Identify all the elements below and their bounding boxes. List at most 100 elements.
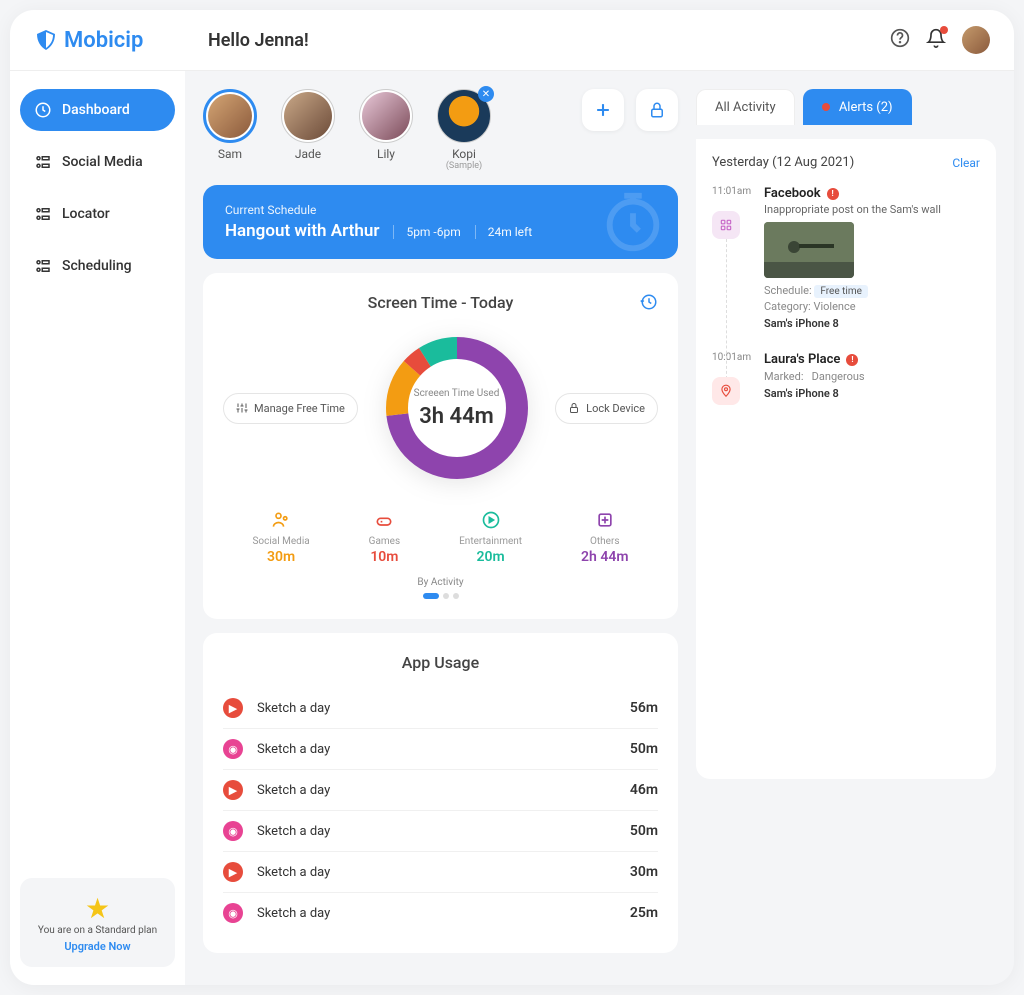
app-window: Mobicip Hello Jenna! Dashboard Social Me…	[10, 10, 1014, 985]
logo[interactable]: Mobicip	[34, 28, 184, 53]
logo-icon	[34, 28, 58, 52]
carousel-dots[interactable]	[223, 593, 658, 599]
usage-row[interactable]: ▶ Sketch a day 46m	[223, 770, 658, 811]
app-icon: ◉	[223, 903, 243, 923]
usage-row[interactable]: ◉ Sketch a day 50m	[223, 811, 658, 852]
profile-name: Lily	[359, 147, 413, 161]
schedule-title: Hangout with Arthur	[225, 221, 379, 241]
app-icon: ▶	[223, 698, 243, 718]
tab-alerts[interactable]: Alerts (2)	[803, 89, 912, 125]
profile-lily[interactable]: Lily	[359, 89, 413, 161]
app-usage-card: App Usage ▶ Sketch a day 56m ◉ Sketch a …	[203, 633, 678, 953]
usage-row[interactable]: ▶ Sketch a day 30m	[223, 852, 658, 893]
app-name: Sketch a day	[257, 906, 330, 921]
entertainment-icon	[479, 508, 503, 532]
close-icon[interactable]: ✕	[478, 86, 494, 102]
tab-all-activity[interactable]: All Activity	[696, 89, 795, 125]
history-icon[interactable]	[640, 293, 658, 315]
app-name: Sketch a day	[257, 824, 330, 839]
app-name: Sketch a day	[257, 783, 330, 798]
app-icon: ◉	[223, 821, 243, 841]
cat-social[interactable]: Social Media 30m	[252, 508, 309, 565]
notification-icon[interactable]	[926, 28, 946, 52]
clear-link[interactable]: Clear	[952, 156, 980, 170]
screen-time-card: Screen Time - Today Manage Free Time	[203, 273, 678, 619]
app-grid-icon	[712, 211, 740, 239]
nav-label: Social Media	[62, 154, 143, 170]
cat-others[interactable]: Others 2h 44m	[581, 508, 628, 565]
profile-jade[interactable]: Jade	[281, 89, 335, 161]
cat-entertainment[interactable]: Entertainment 20m	[459, 508, 522, 565]
nav-scheduling[interactable]: Scheduling	[20, 245, 175, 287]
app-time: 50m	[630, 823, 658, 839]
others-icon	[593, 508, 617, 532]
help-icon[interactable]	[890, 28, 910, 52]
social-icon	[34, 153, 52, 171]
alert-time: 11:01am	[712, 186, 754, 197]
clock-bg-icon	[598, 187, 668, 257]
cat-value: 20m	[459, 549, 522, 565]
alert-title: Facebook	[764, 186, 821, 201]
profiles-row: Sam Jade Lily ✕ K	[203, 89, 678, 171]
donut-value: 3h 44m	[419, 404, 494, 429]
marked-value: Dangerous	[812, 370, 865, 383]
sidebar: Dashboard Social Media Locator Schedulin…	[10, 71, 185, 985]
cat-name: Social Media	[252, 536, 309, 547]
user-avatar[interactable]	[962, 26, 990, 54]
locator-icon	[34, 205, 52, 223]
button-label: Manage Free Time	[254, 402, 345, 415]
cat-value: 30m	[252, 549, 309, 565]
category-row: Social Media 30m Games 10m Entertainment…	[223, 508, 658, 565]
cat-name: Entertainment	[459, 536, 522, 547]
nav-dashboard[interactable]: Dashboard	[20, 89, 175, 131]
alert-title: Laura's Place	[764, 352, 840, 367]
alert-desc: Inappropriate post on the Sam's wall	[764, 203, 980, 216]
alerts-panel: Yesterday (12 Aug 2021) Clear 11:01am	[696, 139, 996, 779]
app-name: Sketch a day	[257, 742, 330, 757]
donut-label: Screeen Time Used	[414, 388, 500, 400]
alert-item[interactable]: 10:01am Laura's Place ! Marked:	[712, 352, 980, 405]
profile-sub: (Sample)	[437, 161, 491, 171]
star-icon: ★	[30, 892, 165, 925]
schedule-label: Schedule:	[764, 284, 812, 297]
app-time: 30m	[630, 864, 658, 880]
category-value: Violence	[813, 300, 855, 313]
greeting-text: Hello Jenna!	[208, 30, 309, 51]
usage-row[interactable]: ◉ Sketch a day 25m	[223, 893, 658, 933]
brand-text: Mobicip	[64, 28, 143, 53]
nav-label: Scheduling	[62, 258, 132, 274]
manage-free-time-button[interactable]: Manage Free Time	[223, 393, 358, 424]
usage-row[interactable]: ▶ Sketch a day 56m	[223, 688, 658, 729]
nav-locator[interactable]: Locator	[20, 193, 175, 235]
scheduling-icon	[34, 257, 52, 275]
usage-row[interactable]: ◉ Sketch a day 50m	[223, 729, 658, 770]
add-profile-button[interactable]	[582, 89, 624, 131]
dashboard-icon	[34, 101, 52, 119]
alert-item[interactable]: 11:01am Facebook ! Inappropriate p	[712, 186, 980, 330]
alert-time: 10:01am	[712, 352, 754, 363]
lock-icon	[568, 402, 580, 414]
cat-value: 10m	[369, 549, 400, 565]
app-name: Sketch a day	[257, 701, 330, 716]
lock-device-button[interactable]: Lock Device	[555, 393, 658, 424]
upgrade-link[interactable]: Upgrade Now	[30, 940, 165, 953]
alert-device: Sam's iPhone 8	[764, 387, 980, 400]
profile-kopi[interactable]: ✕ Kopi (Sample)	[437, 89, 491, 171]
lock-button[interactable]	[636, 89, 678, 131]
profile-sam[interactable]: Sam	[203, 89, 257, 161]
nav-social-media[interactable]: Social Media	[20, 141, 175, 183]
app-time: 46m	[630, 782, 658, 798]
sliders-icon	[236, 402, 248, 414]
schedule-value: Free time	[814, 285, 868, 298]
profile-name: Sam	[203, 147, 257, 161]
schedule-left: 24m left	[475, 225, 532, 239]
alerts-date: Yesterday (12 Aug 2021)	[712, 155, 854, 170]
activity-tabs: All Activity Alerts (2)	[696, 89, 996, 125]
schedule-card[interactable]: Current Schedule Hangout with Arthur 5pm…	[203, 185, 678, 259]
app-name: Sketch a day	[257, 865, 330, 880]
nav-label: Locator	[62, 206, 110, 222]
nav-label: Dashboard	[62, 102, 130, 118]
cat-games[interactable]: Games 10m	[369, 508, 400, 565]
alert-dot-icon	[822, 103, 830, 111]
schedule-label: Current Schedule	[225, 203, 656, 217]
